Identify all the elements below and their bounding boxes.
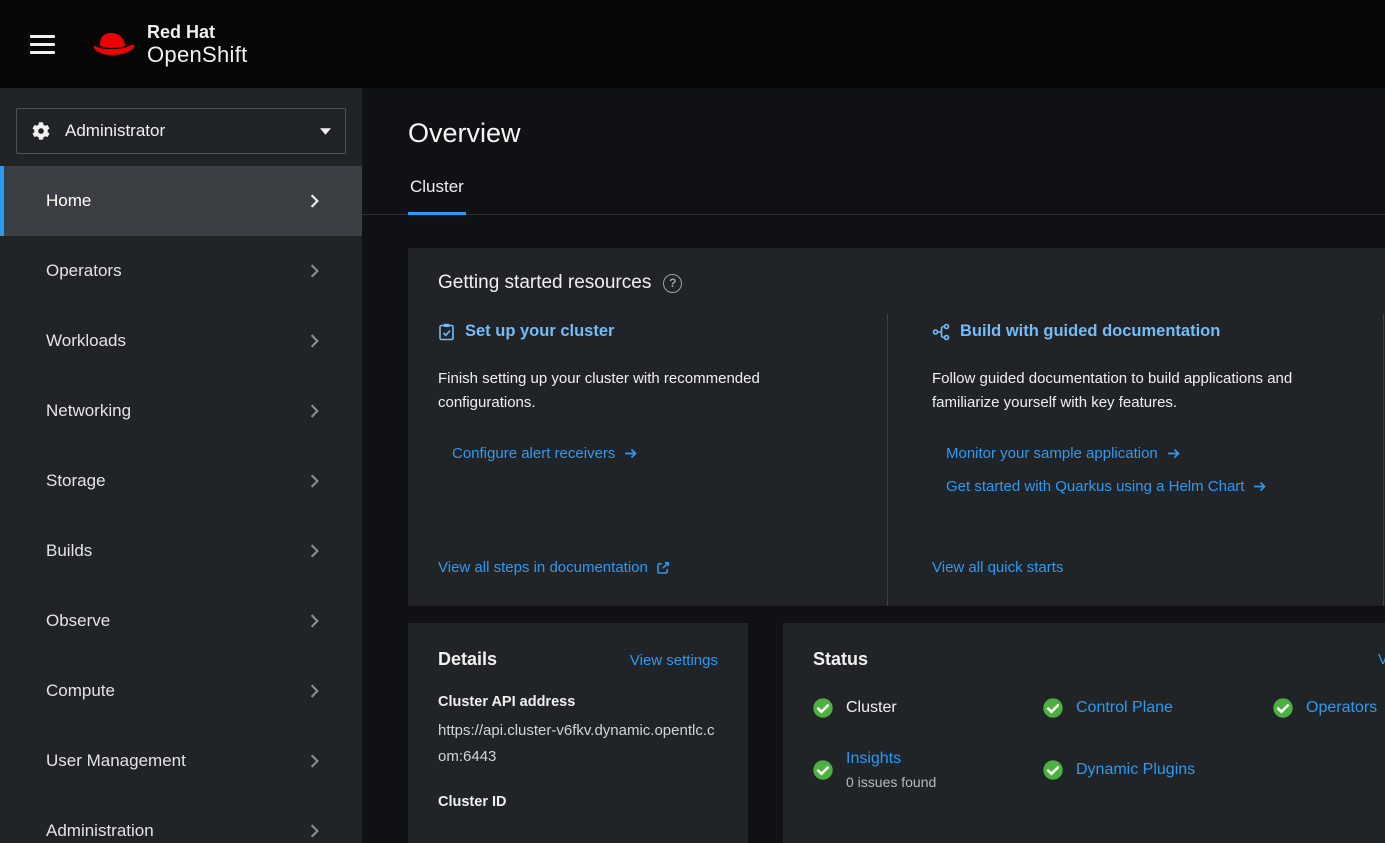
status-link-operators[interactable]: Operators xyxy=(1306,699,1377,717)
redhat-fedora-icon xyxy=(91,29,137,59)
guided-route-icon xyxy=(932,323,950,341)
sidebar-item-builds[interactable]: Builds xyxy=(0,516,362,586)
status-label-cluster: Cluster xyxy=(846,699,897,717)
status-item-control-plane: Control Plane xyxy=(1043,698,1273,718)
sidebar-item-home[interactable]: Home xyxy=(0,166,362,236)
sidebar-item-label: Observe xyxy=(46,611,110,631)
chevron-right-icon xyxy=(309,824,320,838)
sidebar-item-workloads[interactable]: Workloads xyxy=(0,306,362,376)
sidebar-item-label: Networking xyxy=(46,401,131,421)
masthead-logo[interactable]: Red Hat OpenShift xyxy=(91,22,248,67)
sidebar-item-label: Home xyxy=(46,191,91,211)
check-circle-icon xyxy=(1043,698,1063,718)
arrow-right-icon xyxy=(624,448,637,459)
chevron-right-icon xyxy=(309,544,320,558)
view-alerts-link[interactable]: View alerts xyxy=(1378,651,1385,668)
external-link-icon xyxy=(656,561,670,575)
quarkus-helm-chart-link[interactable]: Get started with Quarkus using a Helm Ch… xyxy=(946,478,1343,495)
setup-cluster-column: Set up your cluster Finish setting up yo… xyxy=(408,314,887,606)
insights-issues-count: 0 issues found xyxy=(846,774,936,790)
console-layout: Administrator Home Operators Workloads N… xyxy=(0,88,1385,843)
status-link-dynamic-plugins[interactable]: Dynamic Plugins xyxy=(1076,761,1195,779)
configure-alert-receivers-link[interactable]: Configure alert receivers xyxy=(452,445,847,462)
sidebar-item-label: Workloads xyxy=(46,331,126,351)
chevron-right-icon xyxy=(309,404,320,418)
guided-documentation-description: Follow guided documentation to build app… xyxy=(932,367,1343,415)
sidebar-item-label: Compute xyxy=(46,681,115,701)
check-circle-icon xyxy=(1273,698,1293,718)
chevron-right-icon xyxy=(309,684,320,698)
detail-label-cluster-id: Cluster ID xyxy=(438,794,718,810)
guided-documentation-link[interactable]: Build with guided documentation xyxy=(932,322,1343,341)
status-link-control-plane[interactable]: Control Plane xyxy=(1076,699,1173,717)
getting-started-card: Getting started resources ? Set up you xyxy=(408,248,1385,606)
caret-down-icon xyxy=(320,128,331,135)
arrow-right-icon xyxy=(1253,481,1266,492)
sidebar-item-storage[interactable]: Storage xyxy=(0,446,362,516)
tab-bar: Cluster xyxy=(362,171,1385,215)
sidebar-item-label: Administration xyxy=(46,821,154,841)
overview-cards-row: Details View settings Cluster API addres… xyxy=(408,623,1385,843)
nav-toggle-button[interactable] xyxy=(20,23,65,66)
status-item-dynamic-plugins: Dynamic Plugins xyxy=(1043,750,1273,790)
sidebar-item-compute[interactable]: Compute xyxy=(0,656,362,726)
check-circle-icon xyxy=(1043,760,1063,780)
sidebar-item-label: Operators xyxy=(46,261,122,281)
status-item-cluster: Cluster xyxy=(813,698,1043,718)
sidebar-nav: Home Operators Workloads Networking Stor… xyxy=(0,166,362,843)
arrow-right-icon xyxy=(1167,448,1180,459)
sidebar-item-observe[interactable]: Observe xyxy=(0,586,362,656)
sidebar-item-label: Storage xyxy=(46,471,106,491)
sidebar-item-label: Builds xyxy=(46,541,92,561)
help-icon[interactable]: ? xyxy=(663,274,682,293)
sidebar-item-user-management[interactable]: User Management xyxy=(0,726,362,796)
main-content: Overview Cluster Getting started resourc… xyxy=(362,88,1385,843)
perspective-switcher[interactable]: Administrator xyxy=(16,108,346,154)
monitor-sample-application-link[interactable]: Monitor your sample application xyxy=(946,445,1343,462)
details-title: Details xyxy=(438,649,497,670)
status-item-operators: Operators xyxy=(1273,698,1385,718)
perspective-label: Administrator xyxy=(65,121,165,141)
setup-cluster-description: Finish setting up your cluster with reco… xyxy=(438,367,847,415)
guided-documentation-column: Build with guided documentation Follow g… xyxy=(887,314,1383,606)
clipboard-check-icon xyxy=(438,323,455,341)
check-circle-icon xyxy=(813,698,833,718)
status-link-insights[interactable]: Insights xyxy=(846,750,901,767)
status-item-insights: Insights 0 issues found xyxy=(813,750,1043,790)
chevron-right-icon xyxy=(309,754,320,768)
chevron-right-icon xyxy=(309,474,320,488)
status-title: Status xyxy=(813,649,1385,670)
status-grid: Cluster Control Plane Operators Insights xyxy=(813,698,1385,790)
status-card: Status View alerts Cluster Control Plane… xyxy=(783,623,1385,843)
view-all-steps-link[interactable]: View all steps in documentation xyxy=(438,559,847,576)
details-list: Cluster API address https://api.cluster-… xyxy=(438,694,718,810)
sidebar-item-operators[interactable]: Operators xyxy=(0,236,362,306)
chevron-right-icon xyxy=(309,614,320,628)
brand-openshift-text: OpenShift xyxy=(147,42,248,67)
masthead: Red Hat OpenShift xyxy=(0,0,1385,88)
check-circle-icon xyxy=(813,760,833,780)
brand-redhat-text: Red Hat xyxy=(147,22,248,42)
view-settings-link[interactable]: View settings xyxy=(630,652,718,669)
gear-icon xyxy=(32,122,50,140)
getting-started-title: Getting started resources xyxy=(438,272,651,294)
chevron-right-icon xyxy=(309,194,320,208)
setup-cluster-link[interactable]: Set up your cluster xyxy=(438,322,847,341)
sidebar-item-administration[interactable]: Administration xyxy=(0,796,362,843)
view-all-quick-starts-link[interactable]: View all quick starts xyxy=(932,559,1343,576)
detail-label-cluster-api-address: Cluster API address xyxy=(438,694,718,710)
sidebar: Administrator Home Operators Workloads N… xyxy=(0,88,362,843)
chevron-right-icon xyxy=(309,334,320,348)
tab-cluster[interactable]: Cluster xyxy=(408,171,466,215)
page-title: Overview xyxy=(408,118,1385,149)
sidebar-item-networking[interactable]: Networking xyxy=(0,376,362,446)
detail-value-cluster-api-address: https://api.cluster-v6fkv.dynamic.opentl… xyxy=(438,718,718,770)
chevron-right-icon xyxy=(309,264,320,278)
details-card: Details View settings Cluster API addres… xyxy=(408,623,748,843)
sidebar-item-label: User Management xyxy=(46,751,186,771)
